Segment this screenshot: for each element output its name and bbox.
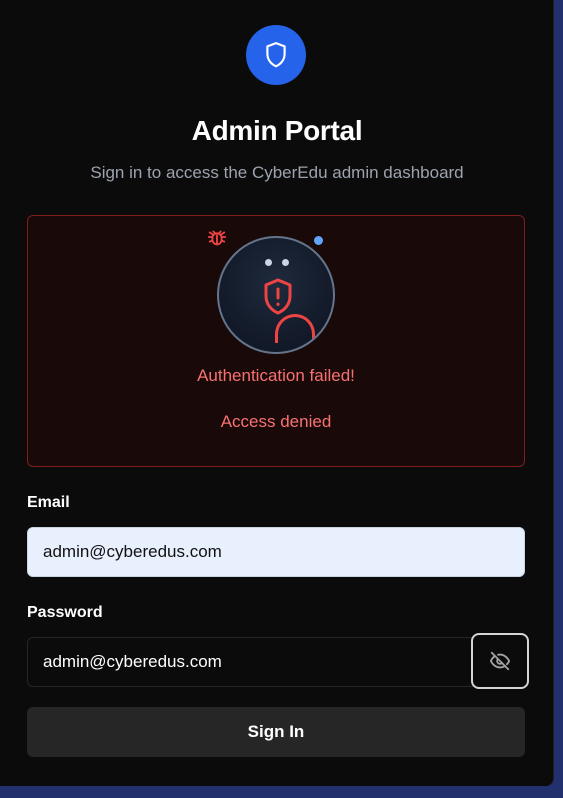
- alert-title: Authentication failed!: [197, 366, 355, 385]
- auth-error-alert: Authentication failed! Access denied: [27, 215, 525, 467]
- email-field[interactable]: [27, 527, 525, 577]
- status-indicator-dot: [314, 236, 323, 245]
- avatar-left-eye: [265, 259, 272, 266]
- page-subtitle: Sign in to access the CyberEdu admin das…: [90, 163, 464, 182]
- sign-in-button[interactable]: Sign In: [27, 707, 525, 757]
- avatar-shoulder: [275, 314, 315, 343]
- security-avatar: [217, 236, 335, 354]
- bug-icon: [207, 230, 227, 246]
- password-visibility-toggle[interactable]: [471, 633, 529, 689]
- password-field[interactable]: [27, 637, 525, 687]
- alert-message: Access denied: [220, 412, 332, 431]
- shield-icon: [266, 42, 286, 68]
- eye-off-icon: [489, 651, 511, 671]
- password-label: Password: [27, 604, 103, 621]
- email-label: Email: [27, 494, 70, 511]
- login-card: Admin Portal Sign in to access the Cyber…: [0, 0, 554, 786]
- logo-badge: [246, 25, 306, 85]
- avatar-right-eye: [282, 259, 289, 266]
- page-title: Admin Portal: [191, 115, 363, 146]
